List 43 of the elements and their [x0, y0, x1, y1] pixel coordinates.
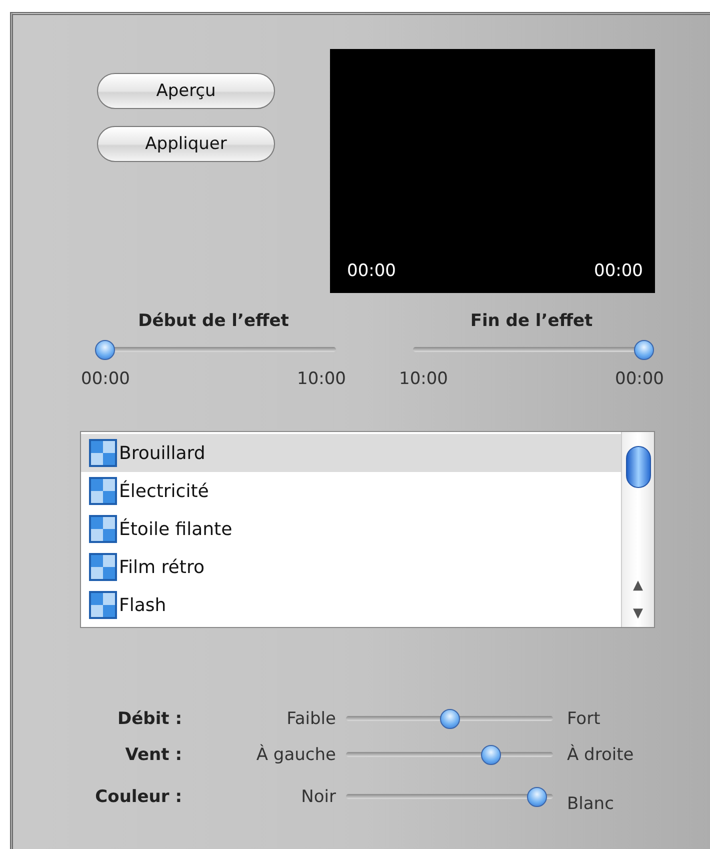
max-label: À droite	[566, 745, 635, 765]
item-label: Électricité	[119, 480, 209, 502]
time-label: 00:00	[615, 369, 664, 389]
setting-label: Débit :	[116, 709, 182, 729]
scroll-down-arrow[interactable]: ▼	[633, 599, 643, 627]
scrollbar[interactable]: ▲ ▼	[621, 432, 654, 627]
slider-title: Début de l’effet	[138, 311, 289, 331]
item-label: Flash	[119, 594, 166, 616]
min-label: Faible	[286, 709, 337, 729]
scroll-thumb[interactable]	[626, 446, 650, 488]
list-item[interactable]: Film rétro	[81, 548, 621, 586]
slider-title: Fin de l’effet	[470, 311, 593, 331]
slider-thumb[interactable]	[480, 745, 501, 765]
slider-thumb[interactable]	[95, 340, 115, 360]
max-label: Blanc	[566, 793, 615, 814]
scroll-up-arrow[interactable]: ▲	[633, 571, 643, 599]
time-label: 10:00	[399, 369, 448, 389]
item-label: Étoile filante	[119, 518, 232, 540]
slider-thumb[interactable]	[527, 787, 548, 807]
slider-thumb[interactable]	[440, 709, 460, 729]
list-item[interactable]: Électricité	[81, 472, 621, 510]
slider-thumb[interactable]	[634, 340, 654, 360]
setting-label: Vent :	[124, 745, 182, 765]
checker-icon	[89, 553, 117, 581]
max-label: Fort	[566, 709, 602, 729]
list-item[interactable]: Flash	[81, 586, 621, 624]
start-time: 00:00	[347, 261, 396, 281]
push-button[interactable]: Aperçu	[97, 73, 275, 109]
item-label: Film rétro	[119, 556, 204, 578]
time-label: 00:00	[81, 369, 130, 389]
list-item[interactable]: Étoile filante	[81, 510, 621, 548]
checker-icon	[89, 439, 117, 467]
time-label: 10:00	[297, 369, 346, 389]
checker-icon	[89, 477, 117, 505]
item-label: Brouillard	[119, 442, 206, 464]
end-time: 00:00	[594, 261, 643, 281]
setting-label: Couleur :	[94, 787, 182, 807]
checker-icon	[89, 591, 117, 619]
min-label: Noir	[300, 787, 337, 807]
min-label: À gauche	[255, 745, 337, 765]
push-button[interactable]: Appliquer	[97, 126, 275, 162]
list-item[interactable]: Brouillard	[81, 434, 621, 472]
checker-icon	[89, 515, 117, 543]
